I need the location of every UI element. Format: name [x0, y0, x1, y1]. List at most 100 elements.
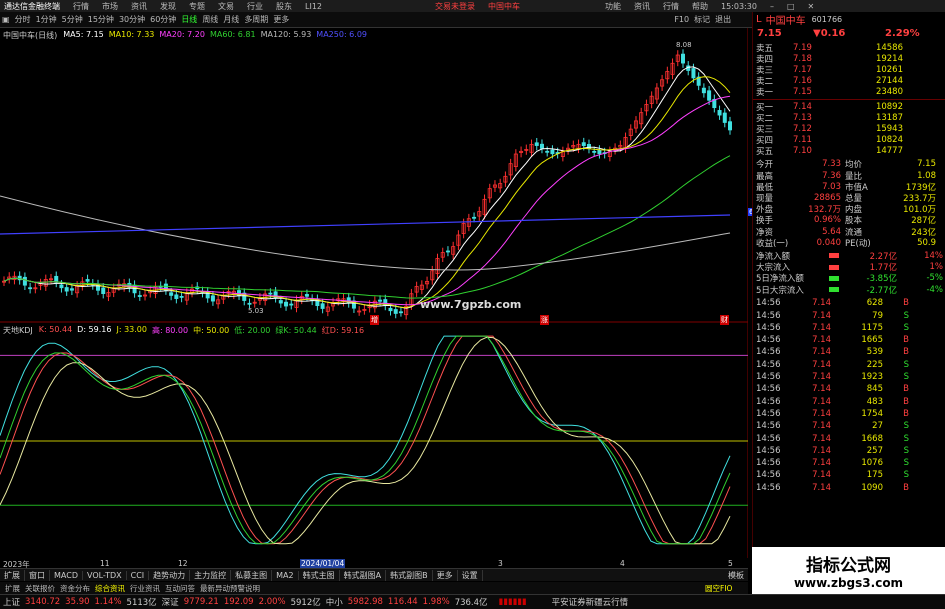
- date-label-11: 11: [100, 559, 110, 568]
- close-icon[interactable]: ✕: [808, 2, 815, 11]
- sub-zijin[interactable]: 资金分布: [60, 583, 90, 594]
- idx3-name[interactable]: 中小: [326, 596, 343, 608]
- template-tab[interactable]: 模板: [728, 570, 744, 581]
- menu-bangzhu[interactable]: 帮助: [692, 1, 708, 12]
- tick-price: 7.14: [812, 359, 831, 370]
- menu-shichang[interactable]: 市场: [102, 1, 118, 12]
- candle-body: [268, 292, 273, 295]
- period-15min[interactable]: 15分钟: [88, 14, 114, 25]
- tab-more[interactable]: 更多: [433, 569, 458, 581]
- period-multi[interactable]: 多周期: [244, 14, 268, 25]
- login-alert[interactable]: 交易未登录: [435, 1, 475, 12]
- sell-price: 7.19: [793, 42, 812, 53]
- stats-table: 今开 7.33 均价 7.15 最高 7.36 量比 1.08 最低 7.03 市值A 1739亿 现量…: [753, 159, 945, 248]
- menu-hangqing[interactable]: 行情: [73, 1, 89, 12]
- tick-side: S: [903, 359, 909, 370]
- tick-price: 7.14: [812, 458, 831, 469]
- sub-hudong[interactable]: 互动问答: [165, 583, 195, 594]
- sell-row: 卖二 7.16 27144: [753, 76, 945, 87]
- sell-row: 卖三 7.17 10261: [753, 64, 945, 76]
- flow-row: 5日净流入额 -3.85亿 -5%: [753, 273, 945, 284]
- tick-volume: 1090: [861, 482, 883, 493]
- stat-row: 最高 7.36 量比 1.08: [753, 170, 945, 182]
- tab-hanshi-main[interactable]: 韩式主图: [299, 569, 340, 581]
- period-week[interactable]: 周线: [202, 14, 218, 25]
- sub-hangye[interactable]: 行业资讯: [130, 583, 160, 594]
- tab-hanshi-b[interactable]: 韩式副图B: [386, 569, 433, 581]
- tab-settings[interactable]: 设置: [458, 569, 483, 581]
- idx2-name[interactable]: 深证: [162, 596, 179, 608]
- period-fenshi[interactable]: 分时: [15, 14, 31, 25]
- candle-body: [545, 150, 550, 153]
- menu-wenyi[interactable]: 文易: [218, 1, 234, 12]
- menu-gongneng[interactable]: 功能: [605, 1, 621, 12]
- kdj-curve: [0, 335, 731, 545]
- tab-kuozhan[interactable]: 扩展: [0, 569, 25, 581]
- tick-volume: 225: [866, 359, 883, 370]
- f10-button[interactable]: F10: [674, 15, 689, 24]
- flow-pct: 14%: [924, 250, 943, 261]
- menu-hangqing-right[interactable]: 行情: [663, 1, 679, 12]
- menu-faxian[interactable]: 发现: [160, 1, 176, 12]
- period-1min[interactable]: 1分钟: [36, 14, 57, 25]
- tick-time: 14:56: [756, 335, 781, 346]
- period-day[interactable]: 日线: [181, 14, 197, 25]
- sub-zonghe[interactable]: 综合资讯: [95, 583, 125, 594]
- quote-pct: 2.29%: [885, 27, 920, 39]
- menu-zhuanti[interactable]: 专题: [189, 1, 205, 12]
- ma-line: [3, 95, 731, 306]
- chart-area[interactable]: 8.007.757.507.257.006.756.506.256.005.75…: [0, 28, 787, 558]
- mark-button[interactable]: 标记: [694, 14, 710, 25]
- tick-side: S: [903, 372, 909, 383]
- menu-hangye[interactable]: 行业: [247, 1, 263, 12]
- app-title: 通达信金融终端: [4, 1, 60, 11]
- period-30min[interactable]: 30分钟: [119, 14, 145, 25]
- tab-hanshi-a[interactable]: 韩式副图A: [340, 569, 387, 581]
- tick-volume: 1076: [861, 458, 883, 469]
- exit-button[interactable]: 退出: [715, 14, 731, 25]
- period-month[interactable]: 月线: [223, 14, 239, 25]
- sub-yidong[interactable]: 最新异动预警说明: [200, 583, 260, 594]
- tab-zhuli[interactable]: 主力监控: [190, 569, 232, 581]
- candle-body: [472, 216, 477, 219]
- kdj-legend-item: 绿K: 50.44: [275, 326, 317, 335]
- menu-gudong[interactable]: 股东: [276, 1, 292, 12]
- ma-line: [3, 155, 731, 299]
- menu-zixun-right[interactable]: 资讯: [634, 1, 650, 12]
- tick-time: 14:56: [756, 458, 781, 469]
- kdj-legend-item: D: 59.16: [77, 325, 112, 334]
- candle-body: [722, 112, 727, 123]
- tab-cci[interactable]: CCI: [127, 570, 150, 580]
- marker-zeng: 增: [370, 315, 379, 325]
- tab-simu[interactable]: 私募主图: [231, 569, 273, 581]
- window-icon[interactable]: ▣: [2, 15, 10, 24]
- tab-chuangkou[interactable]: 窗口: [25, 569, 50, 581]
- menu-zixun[interactable]: 资讯: [131, 1, 147, 12]
- sub-guanlian[interactable]: 关联报价: [25, 583, 55, 594]
- minimize-icon[interactable]: –: [770, 2, 774, 11]
- flow-pct: -5%: [926, 273, 943, 284]
- window-stock-title: 中国中车: [488, 1, 520, 11]
- maximize-icon[interactable]: □: [787, 2, 795, 11]
- menu-li12[interactable]: LI12: [305, 2, 322, 11]
- tick-price: 7.14: [812, 347, 831, 358]
- sell-level-label: 卖三: [756, 65, 774, 76]
- kline-chart[interactable]: 8.007.757.507.257.006.756.506.256.005.75…: [0, 28, 787, 558]
- period-5min[interactable]: 5分钟: [62, 14, 83, 25]
- tick-table[interactable]: 14:56 7.14 628 B 14:56 7.14 79 S 14:56 7.14 1175 S 1…: [753, 297, 945, 494]
- quote-icon: L: [756, 13, 762, 25]
- period-more[interactable]: 更多: [273, 14, 289, 25]
- tab-vol[interactable]: VOL-TDX: [83, 570, 127, 580]
- sub-kuozhan[interactable]: 扩展: [5, 583, 20, 594]
- tab-macd[interactable]: MACD: [50, 570, 83, 580]
- candlestick-series: [2, 49, 733, 320]
- tab-ma2[interactable]: MA2: [272, 570, 299, 580]
- idx1-name[interactable]: 上证: [3, 596, 20, 608]
- tab-qushi[interactable]: 趋势动力: [149, 569, 191, 581]
- site-watermark-title: 指标公式网: [806, 556, 891, 576]
- flow-bar-slot: [829, 275, 839, 281]
- candle-body: [179, 295, 184, 298]
- tick-volume: 1923: [861, 372, 883, 383]
- tick-volume: 257: [866, 445, 883, 456]
- period-60min[interactable]: 60分钟: [150, 14, 176, 25]
